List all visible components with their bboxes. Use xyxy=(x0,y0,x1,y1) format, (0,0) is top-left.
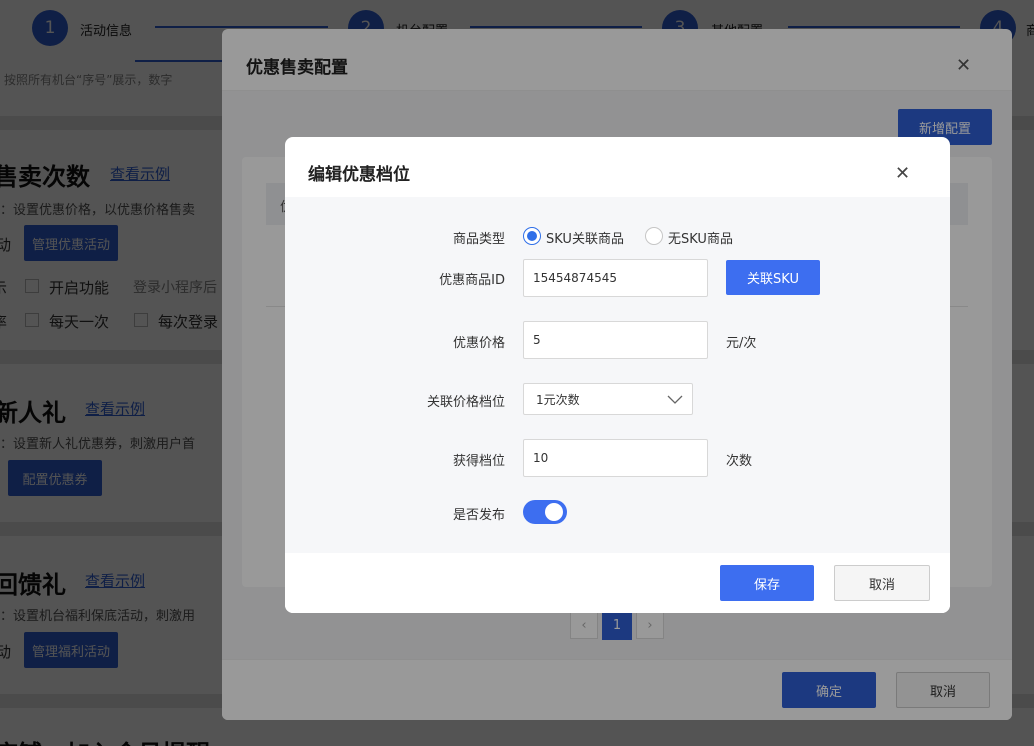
product-id-label: 优惠商品ID xyxy=(439,273,505,288)
sku-product-label: SKU关联商品 xyxy=(546,232,624,247)
product-type-label: 商品类型 xyxy=(452,232,505,247)
discount-price-input[interactable]: 5 xyxy=(523,321,708,359)
chevron-down-icon xyxy=(667,395,683,404)
sku-product-radio[interactable] xyxy=(523,227,541,245)
dialog-body xyxy=(285,197,950,553)
gain-tier-label: 获得档位 xyxy=(452,454,505,469)
no-sku-product-radio[interactable] xyxy=(645,227,663,245)
gain-unit: 次数 xyxy=(726,454,753,469)
close-icon[interactable]: ✕ xyxy=(895,164,910,184)
save-button[interactable]: 保存 xyxy=(720,565,814,601)
link-sku-button[interactable]: 关联SKU xyxy=(726,260,820,295)
price-tier-value: 1元次数 xyxy=(536,392,580,407)
price-tier-select[interactable]: 1元次数 xyxy=(523,383,693,415)
gain-tier-input[interactable]: 10 xyxy=(523,439,708,477)
toggle-knob xyxy=(545,503,563,521)
publish-toggle[interactable] xyxy=(523,500,567,524)
no-sku-product-label: 无SKU商品 xyxy=(668,232,733,247)
price-unit: 元/次 xyxy=(726,336,757,351)
product-id-input[interactable]: 15454874545 xyxy=(523,259,708,297)
cancel-button[interactable]: 取消 xyxy=(834,565,930,601)
price-tier-label: 关联价格档位 xyxy=(426,395,505,410)
dialog-title: 编辑优惠档位 xyxy=(308,165,410,185)
edit-tier-dialog: 编辑优惠档位 ✕ 商品类型 SKU关联商品 无SKU商品 优惠商品ID 1545… xyxy=(285,137,950,613)
publish-label: 是否发布 xyxy=(452,508,505,523)
discount-price-label: 优惠价格 xyxy=(452,336,505,351)
